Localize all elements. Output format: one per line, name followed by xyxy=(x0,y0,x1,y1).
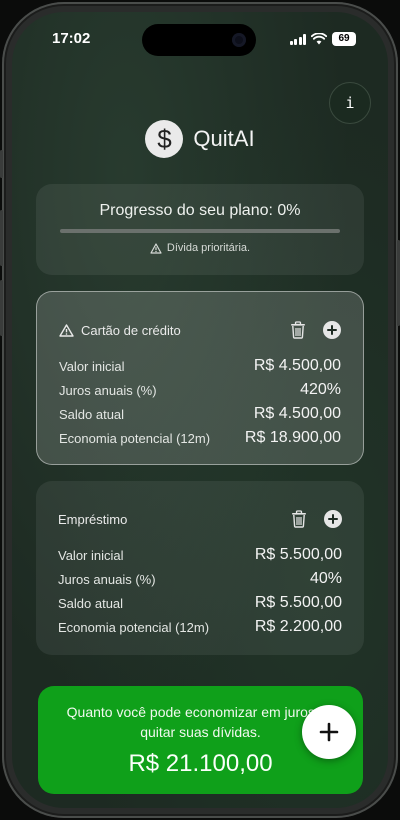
status-time: 17:02 xyxy=(52,30,91,47)
card-header: Cartão de crédito xyxy=(59,318,341,342)
row-potential-savings: Economia potencial (12m) R$ 2.200,00 xyxy=(58,615,342,639)
app-title: QuitAI xyxy=(193,126,255,151)
row-label: Valor inicial xyxy=(58,547,124,563)
warning-icon xyxy=(59,323,74,337)
plus-icon[interactable] xyxy=(323,321,341,339)
progress-card: Progresso do seu plano: 0% Dívida priori… xyxy=(36,184,364,275)
row-annual-interest: Juros anuais (%) 40% xyxy=(58,567,342,591)
trash-icon[interactable] xyxy=(287,319,309,341)
side-button-action xyxy=(0,150,3,178)
row-current-balance: Saldo atual R$ 5.500,00 xyxy=(58,591,342,615)
debt-rows: Valor inicial R$ 5.500,00 Juros anuais (… xyxy=(58,543,342,639)
debt-card-credit-card[interactable]: Cartão de crédito Valor inicial R$ 4.500… xyxy=(36,291,364,465)
card-title-wrap: Cartão de crédito xyxy=(59,323,181,338)
row-current-balance: Saldo atual R$ 4.500,00 xyxy=(59,402,341,426)
savings-text: Quanto você pode economizar em juros ao … xyxy=(66,704,335,740)
debt-title: Cartão de crédito xyxy=(81,322,181,338)
app-header: $ QuitAI xyxy=(12,120,388,158)
debt-title: Empréstimo xyxy=(58,511,128,527)
status-icons: 69 xyxy=(289,32,356,46)
progress-bar xyxy=(60,229,340,233)
row-initial-value: Valor inicial R$ 5.500,00 xyxy=(58,543,342,567)
status-bar: 17:02 69 xyxy=(12,12,388,66)
plus-icon xyxy=(319,722,339,742)
card-actions xyxy=(287,319,341,341)
row-value: R$ 2.200,00 xyxy=(254,618,342,635)
row-label: Juros anuais (%) xyxy=(58,571,156,587)
signal-icon xyxy=(289,33,306,45)
camera-icon xyxy=(232,33,246,47)
warning-icon xyxy=(150,242,162,254)
battery-icon: 69 xyxy=(332,32,356,46)
row-value: R$ 5.500,00 xyxy=(254,594,342,611)
row-initial-value: Valor inicial R$ 4.500,00 xyxy=(59,354,341,378)
card-actions xyxy=(288,508,342,530)
side-button-volume-down xyxy=(0,280,3,336)
row-label: Economia potencial (12m) xyxy=(58,619,210,635)
trash-icon[interactable] xyxy=(288,508,310,530)
row-annual-interest: Juros anuais (%) 420% xyxy=(59,378,341,402)
row-value: R$ 4.500,00 xyxy=(253,357,341,374)
row-value: R$ 18.900,00 xyxy=(244,429,341,446)
dollar-icon: $ xyxy=(145,120,184,158)
dynamic-island xyxy=(142,24,256,56)
row-label: Saldo atual xyxy=(58,595,124,611)
row-label: Juros anuais (%) xyxy=(59,382,157,398)
debt-card-loan[interactable]: Empréstimo Valor inicial R$ 5.500,00 Jur… xyxy=(36,481,364,655)
row-potential-savings: Economia potencial (12m) R$ 18.900,00 xyxy=(59,426,341,450)
progress-text: Progresso do seu plano: 0% xyxy=(99,202,301,219)
add-debt-button[interactable] xyxy=(302,705,356,759)
card-header: Empréstimo xyxy=(58,507,342,531)
side-button-volume-up xyxy=(0,210,3,266)
row-label: Saldo atual xyxy=(59,406,125,422)
debt-rows: Valor inicial R$ 4.500,00 Juros anuais (… xyxy=(59,354,341,450)
row-label: Economia potencial (12m) xyxy=(59,430,211,446)
row-value: 40% xyxy=(309,570,342,587)
row-value: R$ 5.500,00 xyxy=(254,546,342,563)
priority-note-text: Dívida prioritária. xyxy=(166,242,251,254)
card-title-wrap: Empréstimo xyxy=(58,512,127,527)
row-value: 420% xyxy=(300,381,341,398)
info-button[interactable]: i xyxy=(329,82,371,124)
row-label: Valor inicial xyxy=(59,358,125,374)
plus-icon[interactable] xyxy=(324,510,342,528)
app-screen: 17:02 69 i $ QuitAI Progresso do seu pla… xyxy=(12,12,388,808)
wifi-icon xyxy=(311,33,327,45)
priority-note: Dívida prioritária. xyxy=(36,242,364,254)
row-value: R$ 4.500,00 xyxy=(253,405,341,422)
